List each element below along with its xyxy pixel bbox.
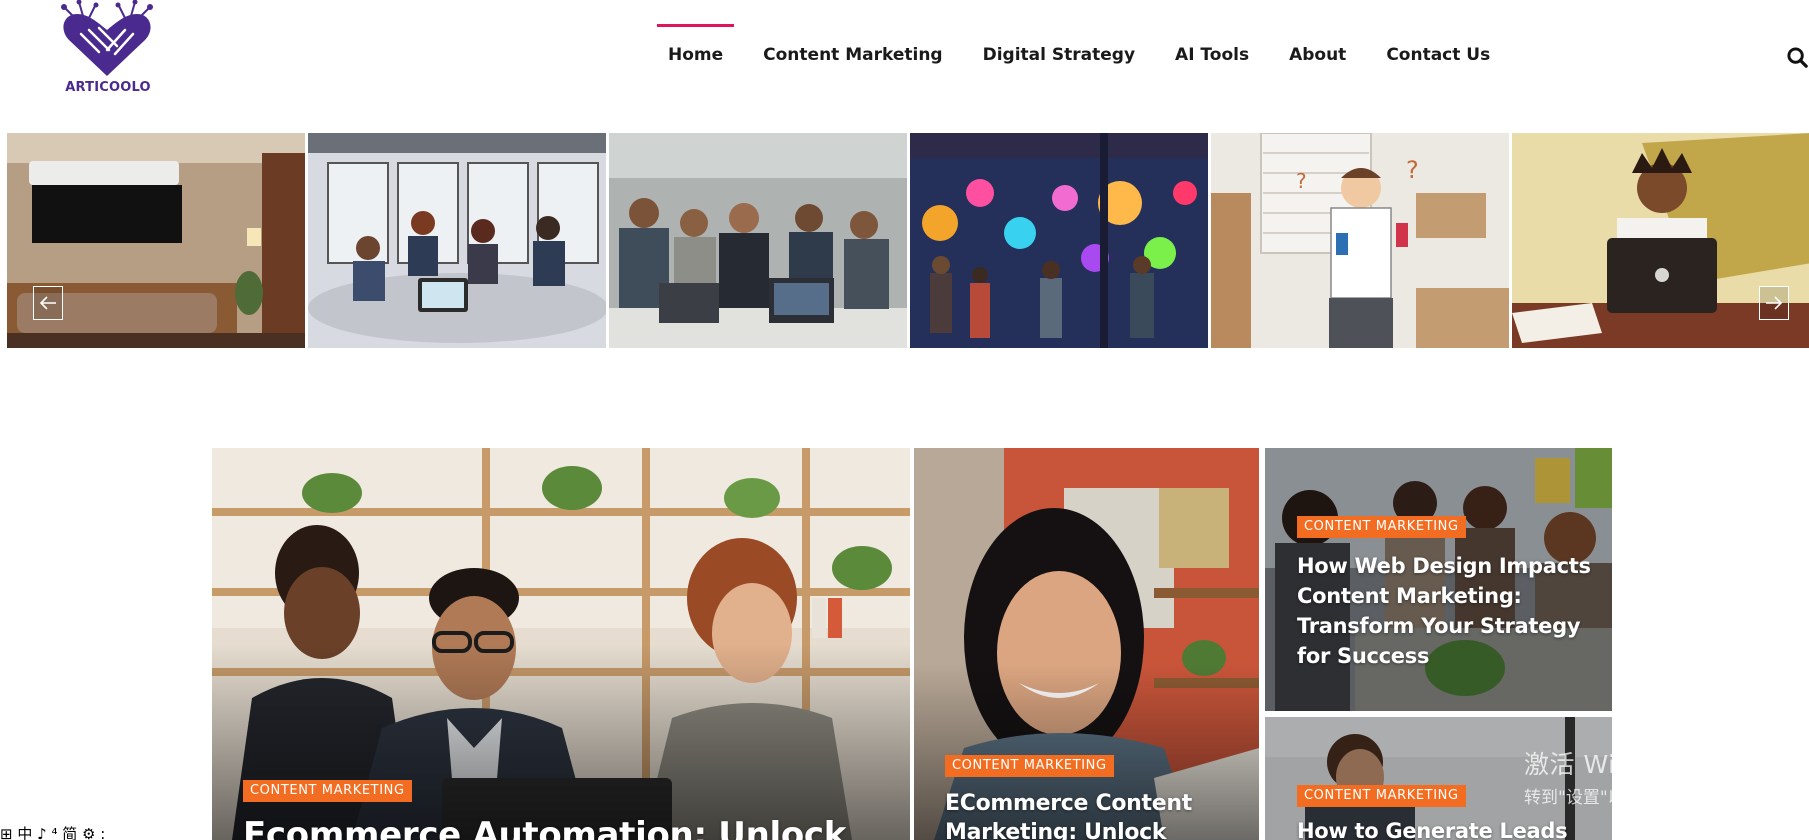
featured-card-second[interactable]: CONTENT MARKETING ECommerce Content Mark… — [914, 448, 1259, 840]
handshake-logo-icon — [61, 0, 153, 76]
carousel-slide-team-laptop[interactable] — [609, 133, 909, 348]
carousel-next-button[interactable] — [1759, 286, 1789, 320]
arrow-right-icon — [1766, 296, 1783, 310]
ime-toolbar[interactable]: ⊞ 中 ♪ ⁴ 简 ⚙ : — [0, 823, 170, 840]
article-title[interactable]: Ecommerce Automation: Unlock — [243, 815, 846, 840]
article-title-line: Marketing: Unlock — [945, 820, 1167, 840]
carousel-slide-confused-man[interactable]: ? ? — [1211, 133, 1511, 348]
nav-item-contact-us[interactable]: Contact Us — [1386, 24, 1490, 84]
featured-card-third[interactable]: CONTENT MARKETING How Web Design Impacts… — [1265, 448, 1612, 711]
category-badge[interactable]: CONTENT MARKETING — [1297, 785, 1466, 807]
nav-item-ai-tools[interactable]: AI Tools — [1175, 24, 1249, 84]
site-logo[interactable]: ARTICOOLO — [55, 0, 159, 100]
nav-item-about[interactable]: About — [1289, 24, 1346, 84]
featured-card-main[interactable]: CONTENT MARKETING Ecommerce Automation: … — [212, 448, 910, 840]
nav-item-home[interactable]: Home — [656, 24, 735, 84]
carousel-slide-office-meeting[interactable] — [308, 133, 608, 348]
article-title-line: for Success — [1297, 644, 1430, 668]
svg-text:?: ? — [1296, 169, 1307, 193]
svg-text:?: ? — [1406, 156, 1419, 184]
windows-activation-subtitle: 转到"设置"以激活 Windows。 — [1524, 788, 1757, 808]
arrow-left-icon — [39, 296, 56, 310]
windows-activation-title: 激活 Windows — [1524, 750, 1699, 779]
article-title[interactable]: How Web Design Impacts Content Marketing… — [1297, 551, 1591, 671]
search-icon[interactable] — [1786, 46, 1809, 72]
site-header: ARTICOOLO Home Content Marketing Digital… — [0, 0, 1809, 132]
article-title-line: ECommerce Content — [945, 791, 1192, 816]
article-title[interactable]: ECommerce Content Marketing: Unlock — [945, 789, 1192, 840]
windows-activation-watermark: 激活 Windows 转到"设置"以激活 Windows。 — [1524, 745, 1757, 808]
category-badge[interactable]: CONTENT MARKETING — [243, 780, 412, 802]
carousel-slide-neon-gallery[interactable] — [910, 133, 1210, 348]
article-title-line: How Web Design Impacts — [1297, 554, 1591, 578]
carousel-prev-button[interactable] — [33, 286, 63, 320]
article-title-line: Content Marketing: — [1297, 584, 1522, 608]
nav-item-content-marketing[interactable]: Content Marketing — [763, 24, 942, 84]
brand-name: ARTICOOLO — [65, 80, 151, 95]
card-image-smiling-woman — [914, 448, 1259, 840]
article-title[interactable]: How to Generate Leads — [1297, 819, 1568, 840]
article-title-line: Transform Your Strategy — [1297, 614, 1581, 638]
main-nav: Home Content Marketing Digital Strategy … — [656, 24, 1530, 84]
category-badge[interactable]: CONTENT MARKETING — [1297, 516, 1466, 538]
category-badge[interactable]: CONTENT MARKETING — [945, 755, 1114, 777]
nav-item-digital-strategy[interactable]: Digital Strategy — [983, 24, 1135, 84]
image-carousel[interactable]: ? ? — [7, 133, 1809, 348]
